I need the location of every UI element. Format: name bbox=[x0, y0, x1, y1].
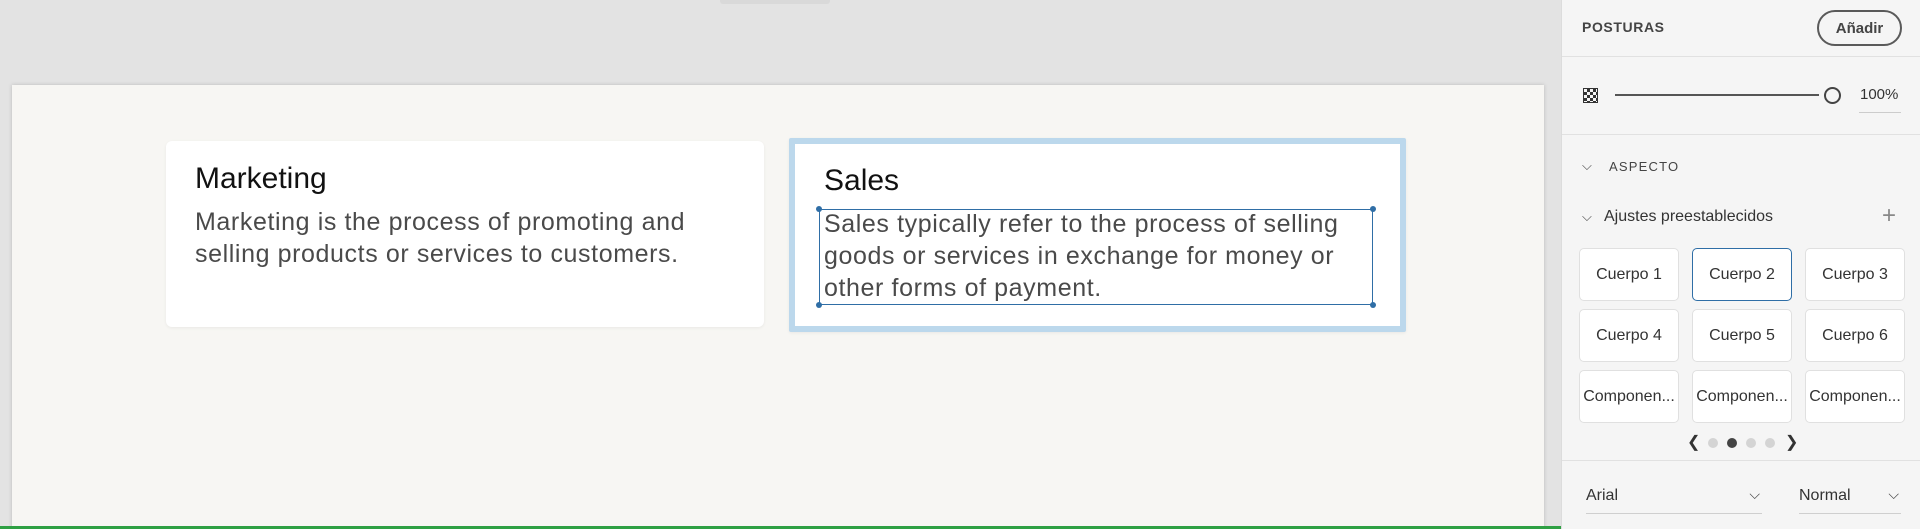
pager-dot[interactable] bbox=[1746, 438, 1756, 448]
section-divider bbox=[1562, 134, 1920, 135]
opacity-value-input[interactable]: 100% bbox=[1860, 86, 1898, 103]
preset-item[interactable]: Componen... bbox=[1579, 370, 1679, 423]
chevron-down-icon[interactable]: ⌵ bbox=[1582, 158, 1592, 174]
chevron-left-icon[interactable]: ❮ bbox=[1687, 432, 1700, 452]
preset-item[interactable]: Componen... bbox=[1692, 370, 1792, 423]
font-style-dropdown[interactable]: Normal ⌵ bbox=[1799, 484, 1901, 514]
opacity-slider-track[interactable] bbox=[1615, 94, 1819, 96]
add-state-button[interactable]: Añadir bbox=[1817, 10, 1902, 46]
add-preset-icon[interactable]: + bbox=[1882, 202, 1896, 230]
section-divider bbox=[1562, 56, 1920, 57]
opacity-value-underline bbox=[1859, 112, 1901, 113]
marketing-card[interactable]: Marketing Marketing is the process of pr… bbox=[166, 141, 764, 327]
pager-dot-active[interactable] bbox=[1727, 438, 1737, 448]
preset-item[interactable]: Cuerpo 5 bbox=[1692, 309, 1792, 362]
canvas-area[interactable]: Marketing Marketing is the process of pr… bbox=[0, 0, 1561, 529]
selection-handle-bottom-left[interactable] bbox=[816, 302, 822, 308]
preset-item-selected[interactable]: Cuerpo 2 bbox=[1692, 248, 1792, 301]
artboard[interactable]: Marketing Marketing is the process of pr… bbox=[12, 85, 1544, 529]
marketing-card-text[interactable]: Marketing is the process of promoting an… bbox=[195, 206, 755, 270]
sales-card-title[interactable]: Sales bbox=[824, 164, 899, 198]
states-section-title: POSTURAS bbox=[1582, 19, 1665, 35]
canvas-top-handle bbox=[720, 0, 830, 4]
opacity-slider-thumb[interactable] bbox=[1824, 87, 1841, 104]
font-family-value: Arial bbox=[1586, 487, 1619, 504]
marketing-card-title[interactable]: Marketing bbox=[195, 162, 327, 196]
preset-item[interactable]: Cuerpo 4 bbox=[1579, 309, 1679, 362]
font-family-dropdown[interactable]: Arial ⌵ bbox=[1586, 484, 1762, 514]
preset-item[interactable]: Componen... bbox=[1805, 370, 1905, 423]
chevron-down-icon: ⌵ bbox=[1888, 486, 1899, 502]
opacity-icon bbox=[1583, 88, 1598, 103]
appearance-section-title[interactable]: ASPECTO bbox=[1609, 159, 1679, 174]
chevron-down-icon[interactable]: ⌵ bbox=[1582, 209, 1592, 225]
preset-item[interactable]: Cuerpo 3 bbox=[1805, 248, 1905, 301]
chevron-right-icon[interactable]: ❯ bbox=[1785, 432, 1798, 452]
preset-item[interactable]: Cuerpo 1 bbox=[1579, 248, 1679, 301]
sales-card[interactable]: Sales Sales typically refer to the proce… bbox=[789, 138, 1406, 332]
font-style-value: Normal bbox=[1799, 487, 1851, 504]
section-divider bbox=[1562, 460, 1920, 461]
selection-handle-top-left[interactable] bbox=[816, 206, 822, 212]
pager-dot[interactable] bbox=[1708, 438, 1718, 448]
chevron-down-icon: ⌵ bbox=[1749, 486, 1760, 502]
sales-card-text[interactable]: Sales typically refer to the process of … bbox=[824, 208, 1374, 304]
presets-title[interactable]: Ajustes preestablecidos bbox=[1604, 208, 1773, 226]
properties-panel: POSTURAS Añadir 100% ⌵ ASPECTO ⌵ Ajustes… bbox=[1561, 0, 1920, 529]
preset-item[interactable]: Cuerpo 6 bbox=[1805, 309, 1905, 362]
pager-dot[interactable] bbox=[1765, 438, 1775, 448]
